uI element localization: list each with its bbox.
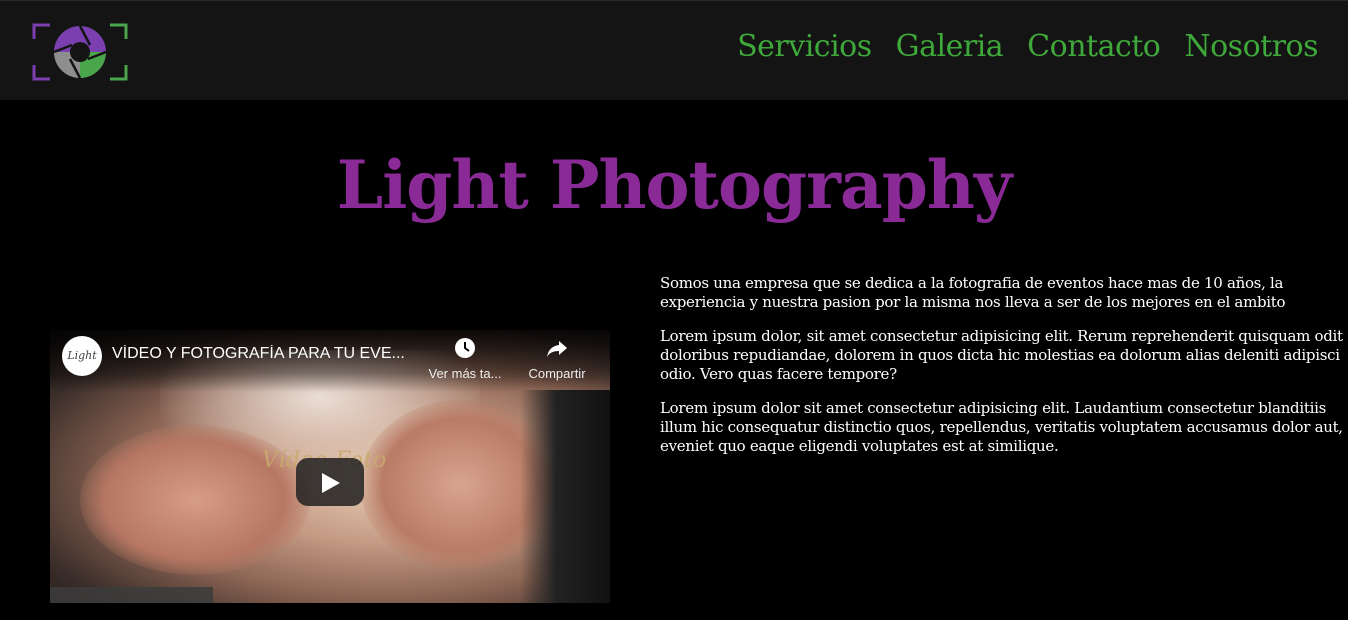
share-arrow-icon <box>517 336 597 360</box>
play-button[interactable] <box>296 458 364 506</box>
clock-icon <box>425 336 505 360</box>
play-icon <box>322 473 340 493</box>
navbar: Servicios Galeria Contacto Nosotros <box>0 0 1348 100</box>
about-section: Somos una empresa que se dedica a la fot… <box>660 274 1348 471</box>
watch-later-button[interactable]: Ver más ta... <box>425 336 505 381</box>
nav-link-servicios[interactable]: Servicios <box>737 29 872 64</box>
video-thumbnail-suit <box>520 390 610 603</box>
share-button[interactable]: Compartir <box>517 336 597 381</box>
page-title: Light Photography <box>336 146 1012 224</box>
video-bottom-bar <box>50 587 213 603</box>
share-label: Compartir <box>528 366 586 381</box>
channel-avatar[interactable]: Light <box>62 336 102 376</box>
about-paragraph: Lorem ipsum dolor sit amet consectetur a… <box>660 399 1343 455</box>
youtube-video-embed[interactable]: Light VÍDEO Y FOTOGRAFÍA PARA TU EVE... … <box>50 330 610 603</box>
nav-link-contacto[interactable]: Contacto <box>1027 29 1161 64</box>
about-paragraph: Somos una empresa que se dedica a la fot… <box>660 274 1286 311</box>
aperture-logo-icon[interactable] <box>32 21 130 83</box>
main-nav: Servicios Galeria Contacto Nosotros <box>737 29 1318 64</box>
about-paragraph: Lorem ipsum dolor, sit amet consectetur … <box>660 327 1343 383</box>
nav-link-nosotros[interactable]: Nosotros <box>1184 29 1318 64</box>
video-title[interactable]: VÍDEO Y FOTOGRAFÍA PARA TU EVE... <box>112 345 422 363</box>
watch-later-label: Ver más ta... <box>428 366 502 381</box>
nav-link-galeria[interactable]: Galeria <box>896 29 1004 64</box>
